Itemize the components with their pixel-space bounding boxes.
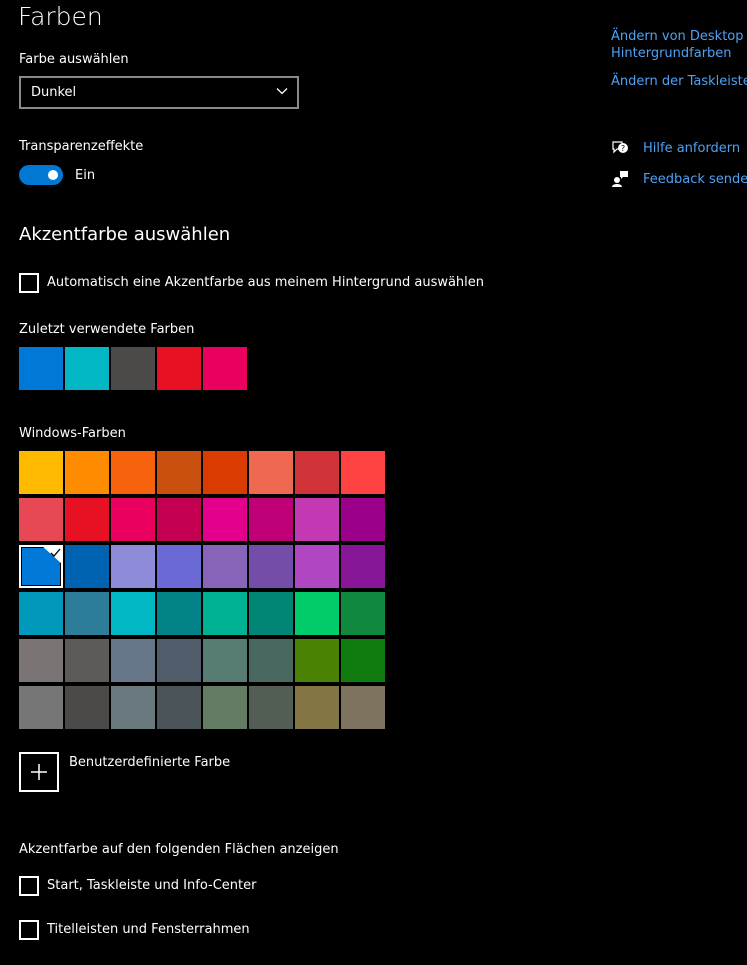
windows-color-swatch[interactable]	[295, 545, 339, 588]
windows-color-swatch[interactable]	[341, 451, 385, 494]
windows-color-swatch[interactable]	[203, 545, 247, 588]
toggle-knob	[48, 170, 58, 180]
windows-color-swatch[interactable]	[341, 592, 385, 635]
windows-color-swatch[interactable]	[295, 498, 339, 541]
windows-color-swatch[interactable]	[295, 451, 339, 494]
windows-color-swatch[interactable]	[295, 592, 339, 635]
windows-color-swatch[interactable]	[111, 686, 155, 729]
windows-color-swatch[interactable]	[65, 498, 109, 541]
feedback-icon	[612, 171, 628, 187]
windows-color-swatch[interactable]	[111, 498, 155, 541]
windows-color-swatch[interactable]	[157, 686, 201, 729]
color-mode-dropdown[interactable]: Dunkel	[19, 76, 299, 109]
windows-color-swatch[interactable]	[19, 451, 63, 494]
custom-color-button[interactable]	[19, 752, 59, 792]
windows-color-swatch[interactable]	[341, 639, 385, 682]
windows-color-swatch[interactable]	[19, 545, 63, 588]
windows-color-swatch[interactable]	[203, 498, 247, 541]
auto-accent-checkbox[interactable]	[19, 273, 39, 293]
surface-start-checkbox[interactable]	[19, 876, 39, 896]
accent-section-title: Akzentfarbe auswählen	[19, 224, 231, 245]
recent-color-swatch[interactable]	[19, 347, 63, 390]
auto-accent-label: Automatisch eine Akzentfarbe aus meinem …	[47, 275, 485, 290]
windows-color-swatch[interactable]	[341, 686, 385, 729]
related-link-taskbar[interactable]: Ändern der Taskleiste	[611, 73, 747, 90]
recent-color-swatch[interactable]	[203, 347, 247, 390]
windows-color-swatch[interactable]	[65, 545, 109, 588]
recent-color-swatch[interactable]	[157, 347, 201, 390]
color-mode-value: Dunkel	[31, 85, 77, 100]
windows-color-swatch[interactable]	[341, 545, 385, 588]
plus-icon	[31, 764, 47, 780]
recent-color-swatch[interactable]	[65, 347, 109, 390]
windows-color-swatch[interactable]	[203, 451, 247, 494]
surface-start-label: Start, Taskleiste und Info-Center	[47, 878, 257, 893]
windows-color-swatch[interactable]	[157, 451, 201, 494]
windows-color-swatch[interactable]	[65, 639, 109, 682]
windows-color-swatch[interactable]	[295, 639, 339, 682]
recent-color-swatch[interactable]	[111, 347, 155, 390]
related-link-desktop-cut[interactable]: Ändern von Desktop	[611, 28, 744, 45]
get-help-link[interactable]: Hilfe anfordern	[643, 140, 740, 157]
transparency-label: Transparenzeffekte	[19, 139, 144, 154]
windows-color-swatch[interactable]	[249, 639, 293, 682]
windows-color-swatch[interactable]	[295, 686, 339, 729]
transparency-state: Ein	[75, 168, 96, 183]
svg-text:?: ?	[621, 144, 625, 153]
windows-color-swatch[interactable]	[157, 592, 201, 635]
windows-color-swatch[interactable]	[111, 545, 155, 588]
recent-colors-label: Zuletzt verwendete Farben	[19, 322, 195, 337]
related-link-background-colors[interactable]: Hintergrundfarben	[611, 45, 732, 62]
custom-color-label: Benutzerdefinierte Farbe	[69, 755, 231, 770]
windows-color-swatch[interactable]	[249, 451, 293, 494]
windows-color-swatch[interactable]	[19, 592, 63, 635]
windows-colors-label: Windows-Farben	[19, 426, 126, 441]
windows-color-swatch[interactable]	[249, 592, 293, 635]
windows-color-swatch[interactable]	[203, 686, 247, 729]
windows-color-swatch[interactable]	[249, 545, 293, 588]
windows-color-swatch[interactable]	[249, 686, 293, 729]
windows-color-swatch[interactable]	[111, 639, 155, 682]
surface-titlebar-checkbox[interactable]	[19, 920, 39, 940]
chevron-down-icon	[276, 88, 288, 95]
windows-color-swatch[interactable]	[203, 592, 247, 635]
surfaces-title: Akzentfarbe auf den folgenden Flächen an…	[19, 842, 339, 857]
windows-color-swatch[interactable]	[65, 451, 109, 494]
color-mode-label: Farbe auswählen	[19, 52, 129, 67]
windows-color-swatch[interactable]	[19, 686, 63, 729]
checkmark-icon	[41, 545, 63, 565]
help-chat-icon: ?	[612, 141, 628, 154]
windows-color-swatch[interactable]	[157, 639, 201, 682]
windows-color-swatch[interactable]	[19, 498, 63, 541]
page-title: Farben	[18, 2, 103, 31]
windows-color-swatch[interactable]	[19, 639, 63, 682]
windows-color-swatch[interactable]	[65, 686, 109, 729]
windows-color-swatch[interactable]	[111, 592, 155, 635]
windows-color-swatch[interactable]	[157, 545, 201, 588]
windows-color-swatch[interactable]	[203, 639, 247, 682]
transparency-toggle[interactable]	[19, 165, 63, 185]
windows-color-swatch[interactable]	[111, 451, 155, 494]
windows-color-swatch[interactable]	[157, 498, 201, 541]
windows-color-swatch[interactable]	[341, 498, 385, 541]
surface-titlebar-label: Titelleisten und Fensterrahmen	[47, 922, 250, 937]
feedback-link[interactable]: Feedback senden	[643, 171, 747, 188]
windows-color-swatch[interactable]	[249, 498, 293, 541]
windows-color-swatch[interactable]	[65, 592, 109, 635]
